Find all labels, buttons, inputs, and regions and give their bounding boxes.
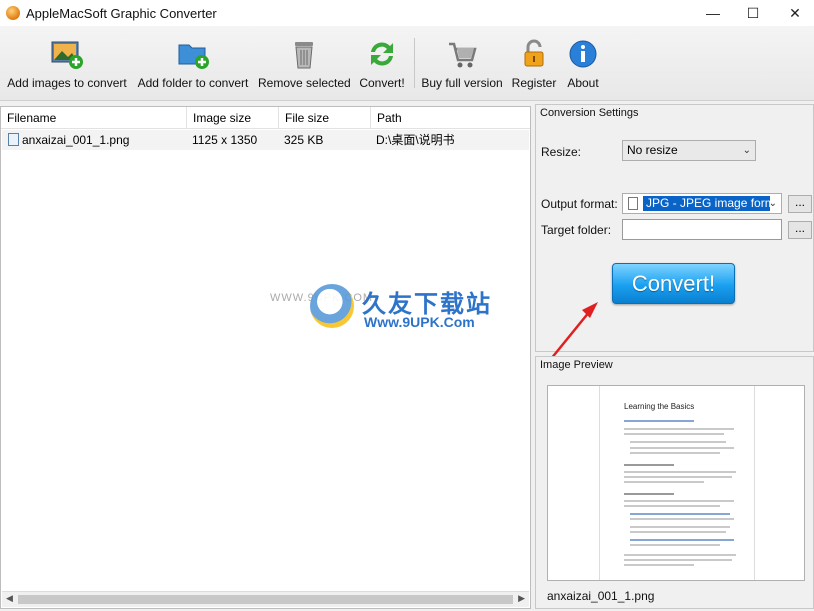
chevron-down-icon: ⌄ bbox=[742, 145, 751, 156]
toolbar: Add images to convert Add folder to conv… bbox=[0, 26, 814, 101]
watermark-logo bbox=[310, 284, 354, 328]
output-format-select[interactable]: JPG - JPEG image format ⌄ bbox=[622, 193, 782, 214]
resize-select[interactable]: No resize ⌄ bbox=[622, 140, 756, 161]
preview-line bbox=[630, 544, 720, 546]
title-bar: AppleMacSoft Graphic Converter — ☐ ✕ bbox=[0, 0, 814, 26]
target-folder-label: Target folder: bbox=[541, 223, 612, 237]
add-images-icon bbox=[51, 41, 83, 69]
row-filename: anxaizai_001_1.png bbox=[22, 133, 130, 147]
row-image-size: 1125 x 1350 bbox=[192, 133, 258, 147]
column-header-image-size[interactable]: Image size bbox=[187, 107, 279, 129]
trash-icon bbox=[295, 42, 313, 69]
about-label: About bbox=[567, 76, 599, 90]
document-icon bbox=[628, 197, 638, 210]
preview-line bbox=[624, 428, 734, 430]
preview-line bbox=[624, 471, 736, 473]
close-button[interactable]: ✕ bbox=[772, 0, 814, 26]
preview-line bbox=[624, 476, 732, 478]
preview-image: Learning the Basics bbox=[547, 385, 805, 581]
watermark: WWW.9UPK.COM 久友下载站 Www.9UPK.Com bbox=[270, 270, 500, 340]
preview-line bbox=[624, 420, 694, 422]
buy-full-version-button[interactable]: Buy full version bbox=[420, 26, 504, 98]
preview-line bbox=[624, 559, 732, 561]
convert-toolbar-button[interactable]: Convert! bbox=[356, 26, 408, 98]
convert-toolbar-label: Convert! bbox=[359, 76, 405, 90]
preview-line bbox=[624, 554, 736, 556]
preview-line bbox=[630, 452, 720, 454]
column-header-file-size[interactable]: File size bbox=[279, 107, 371, 129]
preview-line bbox=[624, 464, 674, 466]
preview-line bbox=[624, 505, 720, 507]
watermark-url-secondary: Www.9UPK.Com bbox=[364, 314, 475, 330]
maximize-button[interactable]: ☐ bbox=[730, 0, 776, 26]
register-button[interactable]: Register bbox=[508, 26, 560, 98]
buy-full-version-label: Buy full version bbox=[421, 76, 503, 90]
preview-line bbox=[624, 564, 694, 566]
preview-heading: Learning the Basics bbox=[624, 402, 695, 411]
preview-line bbox=[630, 526, 730, 528]
convert-button[interactable]: Convert! bbox=[612, 263, 735, 304]
target-folder-input[interactable] bbox=[622, 219, 782, 240]
column-header-path[interactable]: Path bbox=[371, 107, 530, 129]
table-row[interactable]: anxaizai_001_1.png 1125 x 1350 325 KB D:… bbox=[2, 130, 529, 150]
resize-value: No resize bbox=[627, 143, 678, 157]
info-icon bbox=[569, 40, 597, 68]
preview-line bbox=[624, 433, 724, 435]
horizontal-scrollbar[interactable]: ◀ ▶ bbox=[2, 591, 529, 607]
add-folder-icon bbox=[178, 44, 209, 69]
add-images-button[interactable]: Add images to convert bbox=[4, 26, 130, 98]
preview-line bbox=[630, 513, 730, 515]
file-icon bbox=[8, 133, 19, 146]
lock-icon bbox=[524, 39, 544, 67]
remove-selected-button[interactable]: Remove selected bbox=[258, 26, 351, 98]
toolbar-separator bbox=[414, 38, 415, 88]
scroll-right-icon[interactable]: ▶ bbox=[518, 593, 525, 604]
row-path: D:\桌面\说明书 bbox=[376, 133, 455, 147]
image-preview-title: Image Preview bbox=[540, 359, 613, 371]
output-format-label: Output format: bbox=[541, 197, 618, 211]
add-images-label: Add images to convert bbox=[7, 76, 127, 90]
file-list[interactable]: Filename Image size File size Path anxai… bbox=[0, 106, 531, 609]
preview-document-page: Learning the Basics bbox=[599, 386, 755, 580]
image-preview-panel: Image Preview Learning the Basics anxaiz… bbox=[535, 356, 814, 609]
preview-line bbox=[630, 539, 734, 541]
preview-line bbox=[630, 531, 726, 533]
app-icon bbox=[6, 6, 20, 20]
chevron-down-icon: ⌄ bbox=[768, 198, 777, 209]
remove-selected-label: Remove selected bbox=[258, 76, 351, 90]
add-folder-label: Add folder to convert bbox=[137, 76, 249, 90]
output-format-value: JPG - JPEG image format bbox=[643, 196, 770, 211]
window-title: AppleMacSoft Graphic Converter bbox=[26, 6, 217, 21]
add-folder-button[interactable]: Add folder to convert bbox=[134, 26, 252, 98]
column-header-filename[interactable]: Filename bbox=[1, 107, 187, 129]
about-button[interactable]: About bbox=[562, 26, 604, 98]
row-file-size: 325 KB bbox=[284, 133, 324, 147]
target-folder-browse-button[interactable]: ... bbox=[788, 221, 812, 239]
preview-line bbox=[624, 481, 704, 483]
preview-line bbox=[630, 518, 734, 520]
conversion-settings-title: Conversion Settings bbox=[540, 107, 639, 119]
preview-filename: anxaizai_001_1.png bbox=[547, 589, 655, 603]
scroll-left-icon[interactable]: ◀ bbox=[6, 593, 13, 604]
output-format-browse-button[interactable]: ... bbox=[788, 195, 812, 213]
preview-line bbox=[624, 493, 674, 495]
preview-line bbox=[624, 500, 734, 502]
resize-label: Resize: bbox=[541, 145, 582, 159]
register-label: Register bbox=[511, 76, 557, 90]
cart-icon bbox=[449, 42, 477, 68]
convert-arrows-icon bbox=[371, 42, 393, 66]
preview-line bbox=[630, 447, 734, 449]
scroll-thumb[interactable] bbox=[18, 595, 513, 604]
preview-line bbox=[630, 441, 726, 443]
